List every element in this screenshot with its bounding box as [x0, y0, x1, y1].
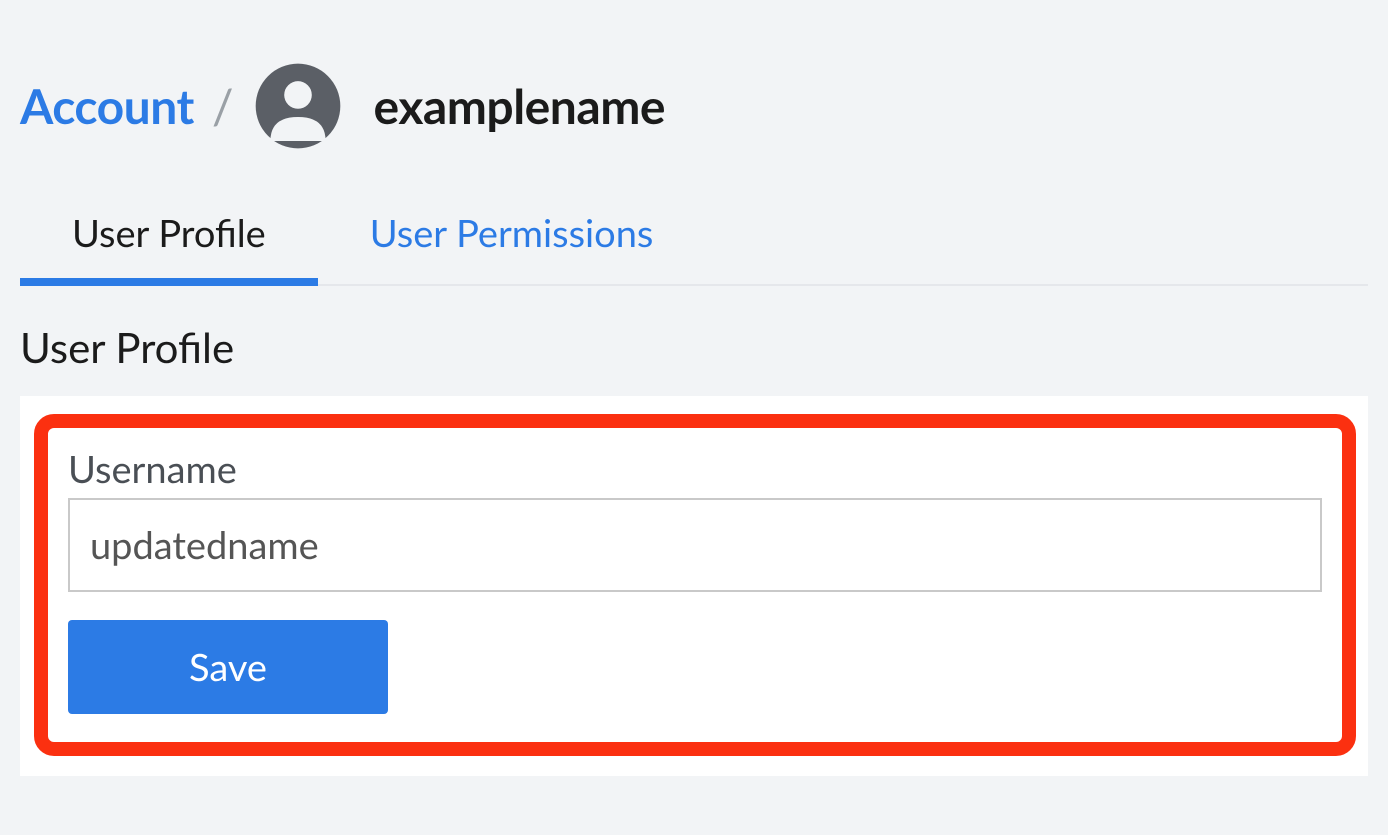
- breadcrumb-current-user: examplename: [374, 78, 665, 135]
- username-input[interactable]: [68, 498, 1322, 592]
- breadcrumb-separator: /: [212, 78, 234, 135]
- tabs: User Profile User Permissions: [20, 192, 1368, 286]
- highlight-box: Username Save: [34, 414, 1356, 756]
- tab-user-profile[interactable]: User Profile: [20, 192, 318, 286]
- username-label: Username: [68, 446, 1322, 492]
- section-title: User Profile: [20, 322, 1368, 372]
- tab-user-permissions[interactable]: User Permissions: [318, 192, 706, 286]
- user-circle-icon: [252, 60, 344, 152]
- breadcrumb: Account / examplename: [20, 20, 1368, 182]
- breadcrumb-account-link[interactable]: Account: [20, 78, 194, 135]
- profile-card: Username Save: [20, 396, 1368, 776]
- save-button[interactable]: Save: [68, 620, 388, 714]
